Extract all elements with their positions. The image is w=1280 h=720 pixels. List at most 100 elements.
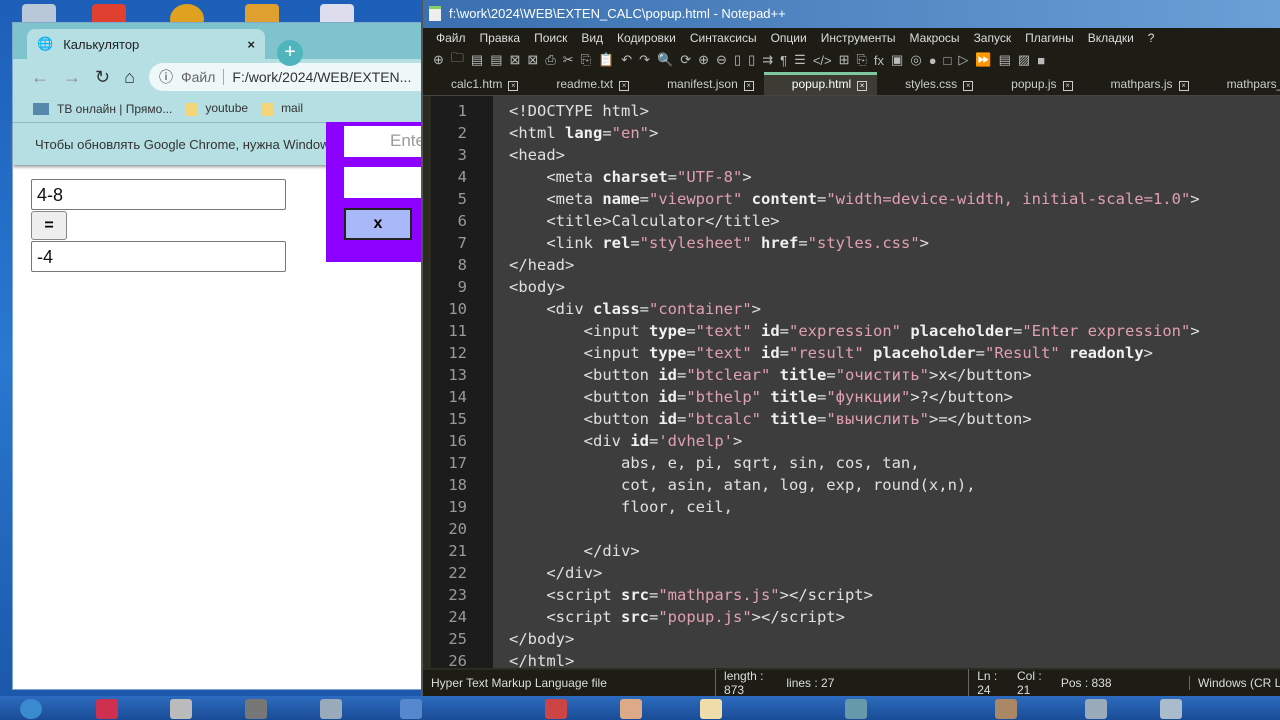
file-tab[interactable]: popup.html × xyxy=(763,72,878,95)
code-token: <meta xyxy=(509,168,603,186)
menu-item[interactable]: Вкладки xyxy=(1088,31,1134,45)
result-input[interactable]: -4 xyxy=(31,241,286,272)
close-tab-icon[interactable]: × xyxy=(619,81,630,91)
menu-item[interactable]: Поиск xyxy=(534,31,567,45)
info-icon[interactable]: ⓘ xyxy=(159,67,173,87)
toolbar-button-icon[interactable]: ↶ xyxy=(621,52,632,68)
toolbar-button-icon[interactable]: ⎙ xyxy=(545,52,555,68)
app-icon[interactable] xyxy=(845,699,867,719)
close-tab-icon[interactable]: × xyxy=(743,81,754,91)
toolbar-button-icon[interactable]: ▣ xyxy=(891,52,903,68)
toolbar-button-icon[interactable]: ▯ xyxy=(734,52,741,68)
app-icon[interactable] xyxy=(400,699,422,719)
file-tab[interactable]: mathpars_comm.js× xyxy=(1199,72,1280,95)
equals-button[interactable]: = xyxy=(31,211,67,240)
toolbar-button-icon[interactable]: ⊖ xyxy=(716,52,727,68)
code-editor[interactable]: 1 <!DOCTYPE html> 2 <html lang="en"> 3 <head>… xyxy=(431,96,1280,668)
close-tab-icon[interactable]: × xyxy=(1062,81,1073,91)
toolbar-button-icon[interactable]: ⊕ xyxy=(433,52,444,68)
toolbar-button-icon[interactable]: ⎘ xyxy=(581,52,591,68)
code-token: </div> xyxy=(509,542,640,560)
toolbar-button-icon[interactable]: ⎘ xyxy=(857,52,867,68)
url-text[interactable]: F:/work/2024/WEB/EXTEN... xyxy=(232,69,411,85)
app-icon[interactable] xyxy=(995,699,1017,719)
menu-item[interactable]: Опции xyxy=(771,31,807,45)
address-bar[interactable]: ⓘ Файл F:/work/2024/WEB/EXTEN... xyxy=(148,63,421,91)
file-tab-label: manifest.json xyxy=(667,77,738,91)
toolbar-button-icon[interactable]: ⇉ xyxy=(762,52,773,68)
menu-item[interactable]: Кодировки xyxy=(617,31,676,45)
app-icon[interactable] xyxy=(620,699,642,719)
forward-icon[interactable]: → xyxy=(63,67,81,88)
expression-input[interactable]: 4-8 xyxy=(31,179,286,210)
toolbar-button-icon[interactable]: ↷ xyxy=(639,52,650,68)
toolbar-button-icon[interactable]: 🗀 xyxy=(451,49,464,71)
toolbar-button-icon[interactable]: ▨ xyxy=(1018,52,1030,68)
close-tab-icon[interactable]: × xyxy=(247,37,255,52)
app-icon[interactable] xyxy=(1085,699,1107,719)
menu-item[interactable]: Инструменты xyxy=(821,31,896,45)
app-icon[interactable] xyxy=(545,699,567,719)
app-icon[interactable] xyxy=(245,699,267,719)
toolbar-button-icon[interactable]: ▤ xyxy=(999,52,1011,68)
app-icon[interactable] xyxy=(1160,699,1182,719)
toolbar-button-icon[interactable]: ▷ xyxy=(958,52,968,68)
close-tab-icon[interactable]: × xyxy=(963,81,974,91)
toolbar-button-icon[interactable]: ◎ xyxy=(910,52,921,68)
menu-item[interactable]: Правка xyxy=(480,31,521,45)
file-tab[interactable]: mathpars.js × xyxy=(1083,72,1199,95)
menu-item[interactable]: ? xyxy=(1148,31,1155,45)
app-icon[interactable] xyxy=(320,699,342,719)
file-tab[interactable]: calc1.htm × xyxy=(423,72,528,95)
app-icon[interactable] xyxy=(700,699,722,719)
toolbar-button-icon[interactable]: ■ xyxy=(1037,53,1045,68)
toolbar-button-icon[interactable]: ● xyxy=(929,53,937,68)
close-tab-icon[interactable]: × xyxy=(1178,81,1189,91)
file-tab[interactable]: manifest.json × xyxy=(639,72,764,95)
toolbar-button-icon[interactable]: ▤ xyxy=(471,52,483,68)
new-tab-button[interactable]: + xyxy=(277,40,303,66)
toolbar-button-icon[interactable]: ⊠ xyxy=(510,52,521,68)
file-tab[interactable]: readme.txt × xyxy=(528,72,639,95)
toolbar-button-icon[interactable]: fx xyxy=(874,53,884,68)
start-icon[interactable] xyxy=(20,699,42,719)
bookmark-mail[interactable]: mail xyxy=(262,101,303,116)
menu-item[interactable]: Плагины xyxy=(1025,31,1074,45)
menu-item[interactable]: Макросы xyxy=(910,31,960,45)
toolbar-button-icon[interactable]: ¶ xyxy=(780,53,787,68)
toolbar-button-icon[interactable]: 🔍 xyxy=(657,52,673,68)
toolbar-button-icon[interactable]: ☰ xyxy=(794,52,806,68)
close-tab-icon[interactable]: × xyxy=(508,81,519,91)
file-tab[interactable]: popup.js × xyxy=(983,72,1082,95)
code-token: = xyxy=(817,388,827,406)
toolbar-button-icon[interactable]: □ xyxy=(944,53,952,68)
toolbar-button-icon[interactable]: ▤ xyxy=(490,52,502,68)
toolbar-button-icon[interactable]: ▯ xyxy=(748,52,755,68)
popup-expression-input[interactable]: Enter expression xyxy=(344,126,424,157)
back-icon[interactable]: ← xyxy=(31,67,49,88)
menu-item[interactable]: Вид xyxy=(581,31,603,45)
home-icon[interactable]: ⌂ xyxy=(124,67,135,88)
toolbar-button-icon[interactable]: </> xyxy=(813,53,832,68)
toolbar-button-icon[interactable]: 📋 xyxy=(598,52,614,68)
toolbar-button-icon[interactable]: ⊠ xyxy=(527,52,538,68)
toolbar-button-icon[interactable]: ⏩ xyxy=(975,52,991,68)
toolbar-button-icon[interactable]: ✂ xyxy=(563,52,574,68)
app-icon[interactable] xyxy=(96,699,118,719)
tab-calculator[interactable]: 🌐 Калькулятор × xyxy=(27,29,265,59)
bookmark-youtube[interactable]: youtube xyxy=(186,101,248,116)
reload-icon[interactable]: ↻ xyxy=(95,67,110,88)
file-tab[interactable]: styles.css × xyxy=(877,72,983,95)
toolbar-button-icon[interactable]: ⟳ xyxy=(680,52,691,68)
close-tab-icon[interactable]: × xyxy=(857,81,868,91)
menu-item[interactable]: Файл xyxy=(436,31,466,45)
code-token: <head> xyxy=(509,146,565,164)
popup-clear-button[interactable]: x xyxy=(344,208,412,240)
toolbar-button-icon[interactable]: ⊕ xyxy=(698,52,709,68)
bookmark-tv[interactable]: ТВ онлайн | Прямо... xyxy=(33,102,172,116)
app-icon[interactable] xyxy=(170,699,192,719)
toolbar-button-icon[interactable]: ⊞ xyxy=(839,52,850,68)
menu-item[interactable]: Запуск xyxy=(974,31,1012,45)
menu-item[interactable]: Синтаксисы xyxy=(690,31,757,45)
popup-result-input[interactable] xyxy=(344,167,424,198)
